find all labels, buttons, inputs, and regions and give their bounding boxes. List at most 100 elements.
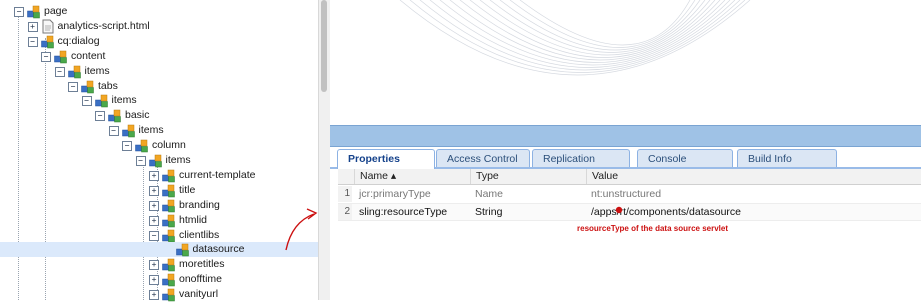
tab-access-control[interactable]: Access Control (436, 149, 530, 167)
tree-node[interactable]: + htmlid (0, 213, 318, 228)
jcr-node-icon (40, 35, 54, 49)
tree-node[interactable]: + moretitles (0, 257, 318, 272)
tree-node[interactable]: − column (0, 138, 318, 153)
expand-toggle-icon[interactable]: + (149, 260, 159, 271)
expand-toggle-icon[interactable]: + (149, 290, 159, 301)
preview-area (330, 0, 921, 125)
tree-node-label: analytics-script.html (57, 19, 150, 32)
property-name: sling:resourceType (359, 206, 448, 218)
expand-toggle-icon[interactable]: + (27, 21, 38, 32)
decorative-lines (399, 0, 751, 76)
jcr-node-icon (162, 199, 175, 212)
tree-node-label: cq:dialog (57, 34, 100, 47)
tree-node[interactable]: + onofftime (0, 272, 318, 287)
panel-splitter[interactable] (330, 125, 921, 147)
tree-node[interactable]: − items (0, 123, 318, 138)
jcr-node-icon (162, 214, 175, 227)
tree-scrollbar-thumb[interactable] (321, 0, 327, 92)
tree-node[interactable]: + analytics-script.html (0, 19, 318, 34)
tree-node[interactable]: + current-template (0, 168, 318, 183)
collapse-toggle-icon[interactable]: − (135, 156, 146, 166)
jcr-node-icon (162, 273, 175, 287)
property-value: nt:unstructured (591, 188, 662, 200)
tree-node[interactable]: + branding (0, 198, 318, 213)
tree-node-label: clientlibs (179, 228, 220, 241)
tree-node-label: page (44, 5, 68, 17)
tree-node-label: moretitles (179, 258, 225, 271)
jcr-node-icon (148, 154, 162, 168)
tab-replication[interactable]: Replication (532, 149, 630, 167)
collapse-toggle-icon[interactable]: − (122, 141, 132, 152)
expand-toggle-icon[interactable]: + (149, 200, 159, 211)
table-row[interactable]: 1 jcr:primaryType Name nt:unstructured (338, 186, 921, 202)
jcr-node-icon (94, 95, 108, 108)
tree-node-label: column (152, 139, 186, 152)
tree-node-label: onofftime (179, 273, 222, 286)
row-number: 1 (338, 186, 352, 202)
tree-node[interactable]: − items (0, 93, 318, 108)
tree-node-label: items (138, 124, 164, 137)
tree-node-label: items (165, 154, 191, 166)
tree-scrollbar[interactable] (318, 0, 330, 300)
file-icon (42, 19, 53, 34)
tree-node[interactable]: − items (0, 153, 318, 168)
tree-node-label: htmlid (179, 213, 208, 226)
content-tree: − page + analytics-script.html − cq:dialog − co… (0, 0, 318, 302)
collapse-toggle-icon[interactable]: − (95, 111, 105, 122)
column-header-type[interactable]: Type (470, 169, 586, 184)
jcr-node-icon (135, 139, 148, 153)
jcr-node-icon (108, 110, 121, 123)
property-name: jcr:primaryType (359, 188, 431, 200)
tree-node[interactable]: − page (0, 4, 318, 19)
column-header-name[interactable]: Name ▴ (354, 169, 470, 184)
collapse-toggle-icon[interactable]: − (81, 96, 92, 107)
annotation-label: resourceType of the data source servlet (577, 224, 729, 233)
collapse-toggle-icon[interactable]: − (68, 81, 78, 92)
jcr-node-icon (175, 244, 189, 257)
collapse-toggle-icon[interactable]: − (108, 126, 119, 137)
tree-node[interactable]: − content (0, 49, 318, 64)
tab-console[interactable]: Console (637, 149, 733, 167)
property-type: String (475, 206, 503, 218)
tree-node-label: datasource (192, 243, 245, 256)
jcr-node-icon (27, 5, 40, 19)
collapse-toggle-icon[interactable]: − (14, 7, 24, 17)
tab-properties[interactable]: Properties (337, 149, 435, 169)
grid-header: Name ▴ Type Value (338, 169, 921, 185)
tree-node[interactable]: − tabs (0, 79, 318, 94)
property-value: /apps/rt/components/datasource (591, 206, 742, 218)
collapse-toggle-icon[interactable]: − (149, 230, 159, 241)
tree-node[interactable]: − basic (0, 108, 318, 123)
collapse-toggle-icon[interactable]: − (54, 66, 65, 77)
tree-node[interactable]: − clientlibs (0, 228, 318, 243)
tree-node[interactable]: − items (0, 64, 318, 79)
jcr-node-icon (54, 50, 67, 63)
jcr-node-icon (81, 80, 94, 93)
expand-toggle-icon[interactable]: + (149, 170, 159, 181)
tree-node-label: items (84, 64, 110, 77)
table-row[interactable]: 2 sling:resourceType String /apps/rt/com… (338, 203, 921, 221)
column-header-value[interactable]: Value (586, 169, 921, 184)
tree-node-label: items (111, 94, 137, 107)
tree-node-label: content (71, 49, 106, 62)
collapse-toggle-icon[interactable]: − (27, 36, 38, 47)
tab-build-info[interactable]: Build Info (737, 149, 837, 167)
property-type: Name (475, 188, 504, 200)
tree-node[interactable]: datasource (0, 242, 318, 258)
jcr-node-icon (162, 259, 175, 272)
expand-toggle-icon[interactable]: + (149, 185, 159, 196)
jcr-node-icon (67, 65, 81, 78)
tree-node-label: basic (125, 109, 150, 122)
row-number: 2 (338, 204, 352, 220)
jcr-node-icon (162, 169, 175, 183)
collapse-toggle-icon[interactable]: − (41, 51, 51, 62)
tree-node-label: title (179, 183, 196, 196)
tree-node[interactable]: + title (0, 183, 318, 198)
jcr-node-icon (162, 184, 175, 198)
expand-toggle-icon[interactable]: + (149, 215, 159, 226)
expand-toggle-icon[interactable]: + (149, 275, 159, 286)
tree-node[interactable]: − cq:dialog (0, 34, 318, 49)
property-tabs: Properties Access Control Replication Co… (330, 147, 921, 169)
jcr-node-icon (162, 229, 175, 242)
jcr-node-icon (121, 124, 135, 138)
